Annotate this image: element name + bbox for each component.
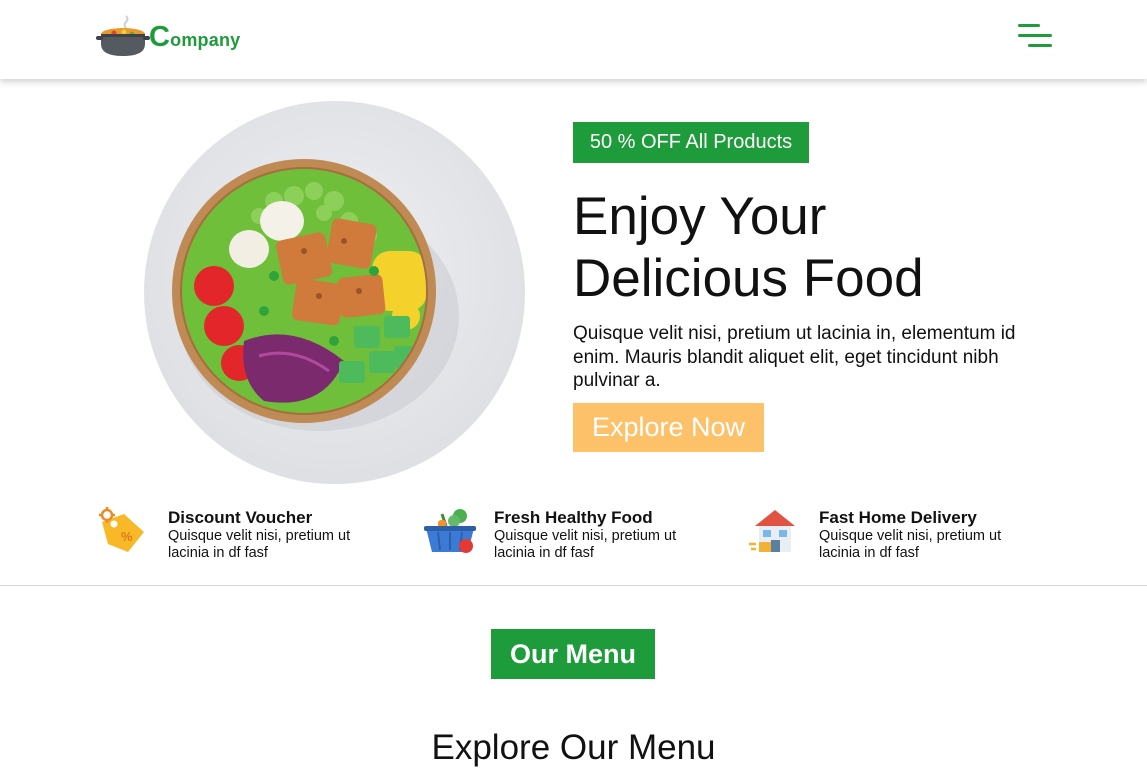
logo-initial: C bbox=[149, 21, 171, 53]
feature-title: Fresh Healthy Food bbox=[494, 508, 653, 527]
hero-title-line1: Enjoy Your bbox=[573, 187, 827, 246]
feature-fast-home-delivery: Fast Home Delivery Quisque velit nisi, p… bbox=[749, 506, 1049, 566]
feature-title: Discount Voucher bbox=[168, 508, 313, 527]
company-logo[interactable]: Company bbox=[96, 12, 240, 60]
our-menu-badge: Our Menu bbox=[491, 629, 655, 679]
feature-title: Fast Home Delivery bbox=[819, 508, 977, 527]
feature-fresh-healthy-food: Fresh Healthy Food Quisque velit nisi, p… bbox=[424, 506, 724, 566]
cooking-pot-icon bbox=[96, 15, 150, 56]
feature-discount-voucher: % Discount Voucher Quisque velit nisi, p… bbox=[98, 506, 398, 566]
feature-description: Quisque velit nisi, pretium ut lacinia i… bbox=[819, 528, 1002, 561]
section-divider bbox=[0, 585, 1147, 586]
explore-now-button[interactable]: Explore Now bbox=[573, 403, 764, 452]
logo-rest: ompany bbox=[170, 30, 241, 50]
hero-title-line2: Delicious Food bbox=[573, 249, 924, 308]
logo-wordmark: Company bbox=[149, 23, 240, 52]
svg-text:%: % bbox=[121, 529, 133, 544]
discount-badge: 50 % OFF All Products bbox=[573, 122, 809, 163]
hero-description: Quisque velit nisi, pretium ut lacinia i… bbox=[573, 323, 1016, 391]
discount-tag-icon: % bbox=[99, 507, 144, 552]
hamburger-menu-icon[interactable] bbox=[1016, 22, 1052, 50]
hero-title: Enjoy Your Delicious Food bbox=[573, 186, 1093, 310]
explore-menu-title: Explore Our Menu bbox=[431, 728, 716, 767]
feature-description: Quisque velit nisi, pretium ut lacinia i… bbox=[168, 528, 351, 561]
home-delivery-icon bbox=[749, 510, 795, 552]
site-header: Company bbox=[0, 0, 1147, 79]
feature-description: Quisque velit nisi, pretium ut lacinia i… bbox=[494, 528, 677, 561]
vegetable-basket-icon bbox=[424, 509, 476, 553]
salad-bowl-image bbox=[144, 101, 525, 484]
